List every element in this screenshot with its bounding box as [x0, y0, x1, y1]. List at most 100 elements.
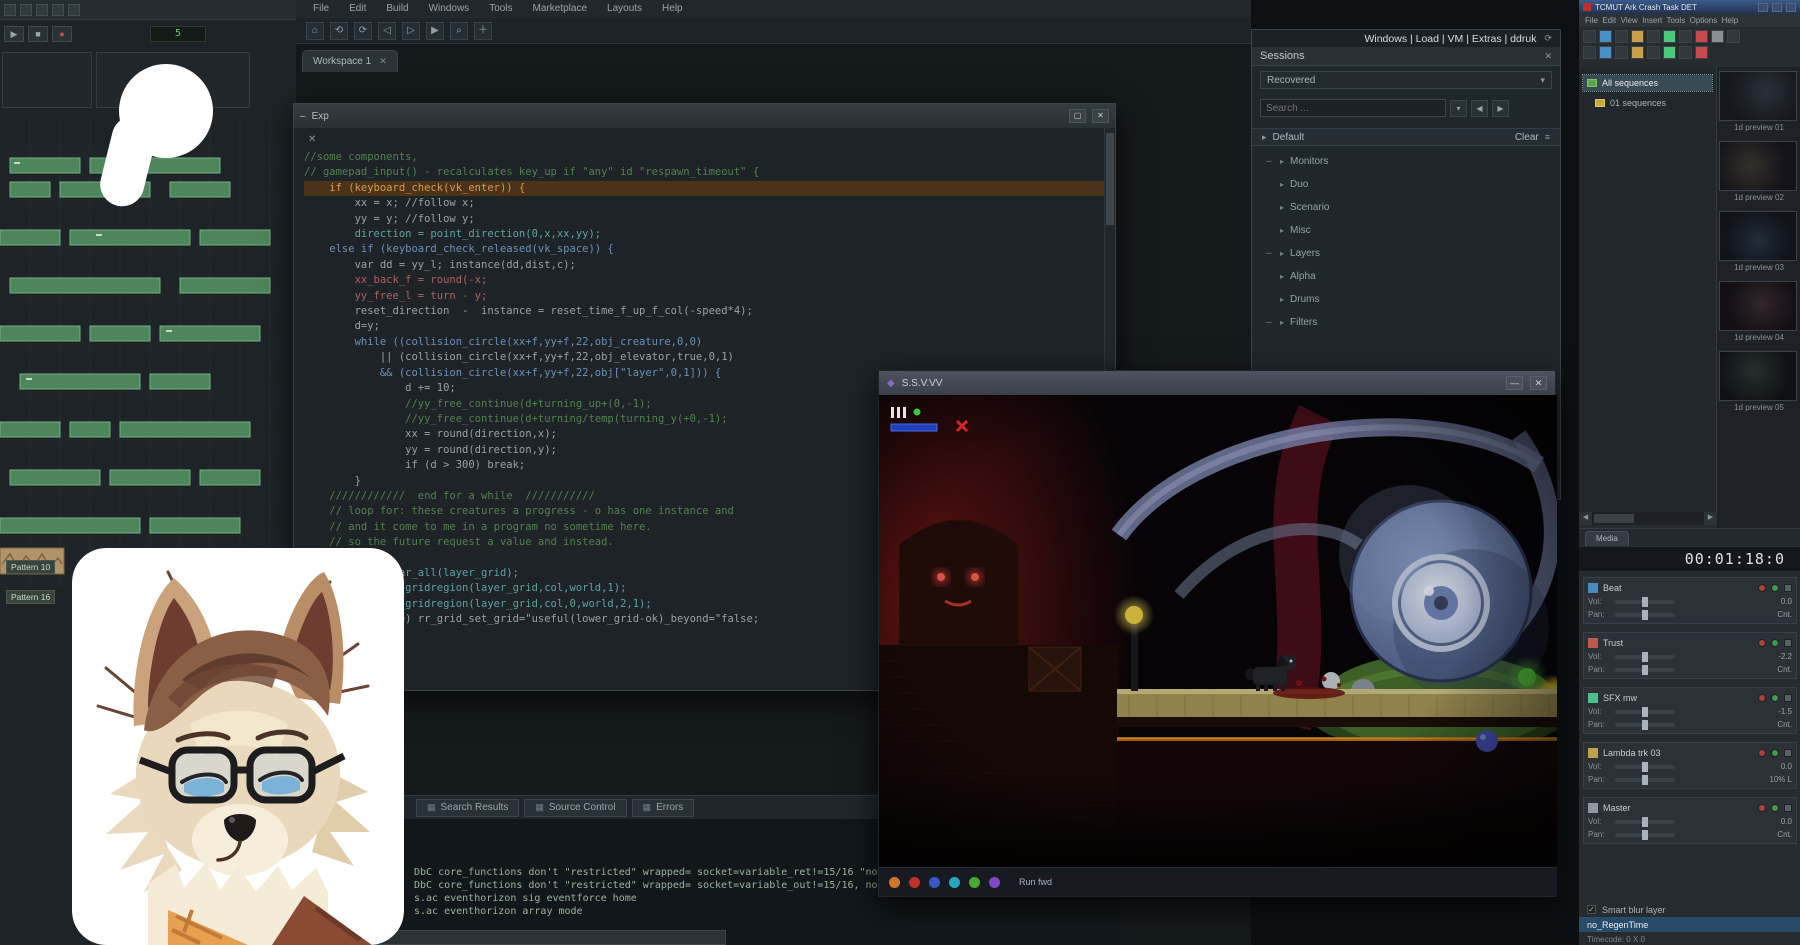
track-solo-button[interactable] [1771, 749, 1779, 757]
tree-item[interactable]: ▸ Drums [1252, 288, 1560, 311]
toolbar-icon[interactable] [1727, 30, 1740, 43]
statusbar-icon[interactable] [909, 877, 920, 888]
pan-slider[interactable] [1615, 778, 1675, 782]
pan-slider[interactable] [1615, 723, 1675, 727]
volume-slider[interactable] [1615, 765, 1675, 769]
pan-slider[interactable] [1615, 833, 1675, 837]
statusbar-icon[interactable] [949, 877, 960, 888]
track-mute-button[interactable] [1758, 639, 1766, 647]
fl-channel-panel[interactable] [2, 52, 92, 108]
toolbar-icon[interactable] [1599, 30, 1612, 43]
clear-button[interactable]: Clear [1515, 132, 1539, 143]
menu-item[interactable]: Build [377, 0, 417, 18]
search-icon[interactable]: ⌕ [450, 22, 468, 40]
fl-toolbar-icon[interactable] [36, 4, 48, 16]
forward-icon[interactable]: ▷ [402, 22, 420, 40]
record-button[interactable]: ● [52, 26, 72, 42]
track-mute-button[interactable] [1758, 694, 1766, 702]
thumbnail-image[interactable] [1719, 281, 1797, 331]
media-thumbnail[interactable]: 1d preview 03 [1719, 211, 1799, 272]
scroll-left-icon[interactable]: ◀ [1579, 512, 1592, 525]
fl-toolbar-icon[interactable] [68, 4, 80, 16]
bin-item-selected[interactable]: All sequences [1583, 75, 1712, 91]
pan-slider[interactable] [1615, 613, 1675, 617]
menu-item[interactable]: Layouts [598, 0, 651, 18]
toolbar-icon[interactable] [1647, 30, 1660, 43]
play-button[interactable]: ▶ [4, 26, 24, 42]
toolbar-icon[interactable] [1615, 30, 1628, 43]
search-input[interactable] [1260, 99, 1446, 117]
home-icon[interactable]: ⌂ [306, 22, 324, 40]
fl-toolbar-icon[interactable] [52, 4, 64, 16]
fl-toolbar-icon[interactable] [4, 4, 16, 16]
statusbar-icon[interactable] [889, 877, 900, 888]
track-header[interactable]: Lambda trk 03 Vol: 0.0 Pan: 10% L [1583, 742, 1797, 789]
add-icon[interactable]: ＋ [474, 22, 492, 40]
checkbox-checked-icon[interactable]: ✓ [1587, 905, 1596, 914]
pattern-label[interactable]: Pattern 16 [6, 590, 55, 604]
timecode-option-row[interactable]: Timecode: 0 X 0 [1579, 932, 1800, 945]
group-row[interactable]: ▸ Default Clear ≡ [1252, 128, 1560, 146]
thumbnail-image[interactable] [1719, 141, 1797, 191]
menu-item[interactable]: Tools [480, 0, 521, 18]
maximize-button[interactable]: ▢ [1069, 109, 1086, 123]
video-titlebar[interactable]: TCMUT Ark Crash Task DET [1579, 0, 1800, 14]
option-row-selected[interactable]: no_RegenTime [1579, 917, 1800, 932]
close-button[interactable]: ✕ [1530, 376, 1547, 390]
menu-item[interactable]: Edit [340, 0, 375, 18]
volume-slider[interactable] [1615, 820, 1675, 824]
sessions-header[interactable]: Sessions ✕ [1252, 47, 1560, 66]
bottom-tab[interactable]: ▦ Source Control [524, 799, 626, 817]
stop-button[interactable]: ■ [28, 26, 48, 42]
toolbar-icon[interactable] [1679, 46, 1692, 59]
close-button[interactable]: ✕ [1092, 109, 1109, 123]
tree-item[interactable]: – ▸ Layers [1252, 242, 1560, 265]
toolbar-icon[interactable] [1631, 30, 1644, 43]
game-viewport[interactable] [879, 395, 1557, 869]
toolbar-icon[interactable] [1695, 30, 1708, 43]
media-thumbnail[interactable]: 1d preview 04 [1719, 281, 1799, 342]
tree-item[interactable]: – ▸ Monitors [1252, 150, 1560, 173]
link-bar[interactable]: Windows | Load | VM | Extras | ddruk ⟳ [1252, 30, 1560, 47]
refresh-icon[interactable]: ⟳ [1544, 33, 1552, 44]
back-icon[interactable]: ◁ [378, 22, 396, 40]
toolbar-icon[interactable] [1583, 30, 1596, 43]
close-icon[interactable]: ✕ [379, 56, 387, 67]
statusbar-icon[interactable] [989, 877, 1000, 888]
menu-icon[interactable]: ≡ [1545, 132, 1550, 142]
scroll-right-icon[interactable]: ▶ [1704, 512, 1717, 525]
media-thumbnail[interactable]: 1d preview 01 [1719, 71, 1799, 132]
tree-item[interactable]: – ▸ Filters [1252, 311, 1560, 334]
maximize-button[interactable] [1772, 3, 1782, 12]
toolbar-icon[interactable] [1647, 46, 1660, 59]
option-row-smart-blur[interactable]: ✓ Smart blur layer [1579, 902, 1800, 917]
media-thumbnail[interactable]: 1d preview 02 [1719, 141, 1799, 202]
toolbar-icon[interactable] [1599, 46, 1612, 59]
track-fx-button[interactable] [1784, 584, 1792, 592]
track-mute-button[interactable] [1758, 584, 1766, 592]
close-icon[interactable]: ✕ [1544, 51, 1552, 62]
tree-item[interactable]: ▸ Misc [1252, 219, 1560, 242]
workspace-tab[interactable]: Workspace 1 ✕ [302, 50, 398, 72]
prev-button[interactable]: ◀ [1471, 100, 1488, 117]
chevron-down-icon[interactable]: ▾ [1450, 100, 1467, 117]
pattern-label[interactable]: Pattern 10 [6, 560, 55, 574]
toolbar-icon[interactable] [1663, 30, 1676, 43]
menu-item[interactable]: Help [653, 0, 692, 18]
thumbnail-image[interactable] [1719, 351, 1797, 401]
volume-slider[interactable] [1615, 655, 1675, 659]
toolbar-icon[interactable] [1631, 46, 1644, 59]
track-header[interactable]: SFX mw Vol: -1.5 Pan: Cnt. [1583, 687, 1797, 734]
track-solo-button[interactable] [1771, 639, 1779, 647]
tree-item[interactable]: ▸ Alpha [1252, 265, 1560, 288]
track-fx-button[interactable] [1784, 804, 1792, 812]
fl-toolbar-icon[interactable] [20, 4, 32, 16]
minimize-button[interactable] [1758, 3, 1768, 12]
volume-slider[interactable] [1615, 710, 1675, 714]
thumbnail-image[interactable] [1719, 211, 1797, 261]
track-header[interactable]: Beat Vol: 0.0 Pan: Cnt. [1583, 577, 1797, 624]
minimize-button[interactable]: — [1506, 376, 1523, 390]
track-solo-button[interactable] [1771, 584, 1779, 592]
preset-dropdown[interactable]: Recovered ▾ [1260, 71, 1552, 89]
volume-slider[interactable] [1615, 600, 1675, 604]
